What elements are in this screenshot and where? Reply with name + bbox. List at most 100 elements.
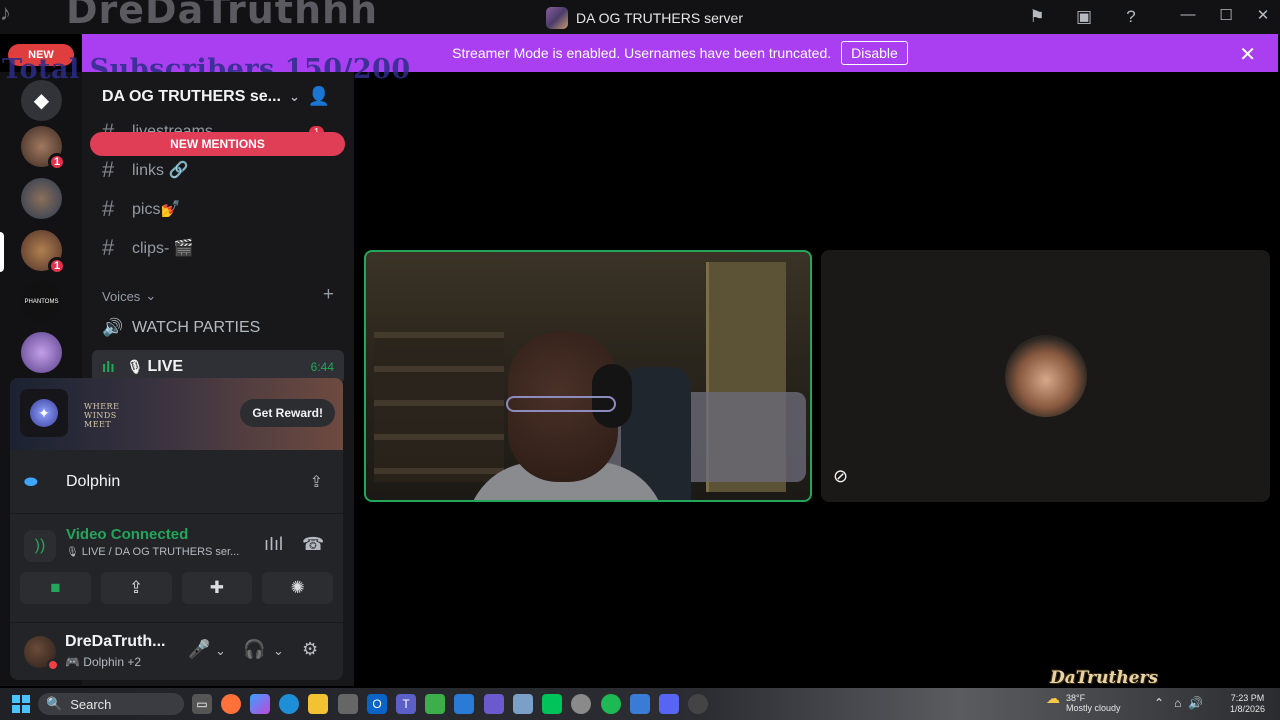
weather-description: Mostly cloudy bbox=[1066, 703, 1121, 713]
window-title: DA OG TRUTHERS server bbox=[546, 7, 743, 29]
disconnect-icon[interactable]: ☎ bbox=[302, 534, 324, 555]
avatar[interactable] bbox=[24, 636, 59, 671]
app-icon[interactable] bbox=[513, 694, 533, 714]
server-icon[interactable] bbox=[21, 178, 62, 219]
edge-icon[interactable] bbox=[279, 694, 299, 714]
start-menu-icon[interactable] bbox=[12, 695, 30, 713]
video-tile-participant[interactable]: ⊘ bbox=[821, 250, 1270, 502]
channel-links[interactable]: # links 🔗 bbox=[102, 156, 188, 184]
microphone-emoji-icon: 🎙 bbox=[126, 359, 144, 374]
chevron-down-icon[interactable]: ⌄ bbox=[215, 643, 226, 659]
channel-pics[interactable]: # pics💅 bbox=[102, 195, 180, 223]
windows-taskbar: 🔍 Search ▭ O T ☁ 38°F Mostly cloudy ⌃ ⌂ … bbox=[0, 688, 1280, 720]
guild-header[interactable]: DA OG TRUTHERS se... ⌄ 👤 bbox=[82, 72, 354, 122]
chevron-up-icon[interactable]: ⌃ bbox=[1154, 696, 1164, 710]
phantoms-server-icon[interactable]: PHANTOMS bbox=[21, 281, 62, 322]
app-icon[interactable] bbox=[542, 694, 562, 714]
quest-promo: ✦ WHERE WINDS MEET Get Reward! bbox=[10, 378, 343, 450]
username[interactable]: DreDaTruth... bbox=[65, 633, 165, 651]
voice-channel-watch-parties[interactable]: 🔊 WATCH PARTIES bbox=[102, 314, 260, 342]
user-status-extra: +2 bbox=[127, 655, 142, 669]
teams-icon[interactable]: T bbox=[396, 694, 416, 714]
connection-channel[interactable]: 🎙 LIVE / DA OG TRUTHERS ser... bbox=[66, 546, 239, 558]
promo-game-title: WHERE WINDS MEET bbox=[84, 402, 120, 429]
search-label: Search bbox=[70, 696, 112, 712]
add-channel-icon[interactable]: + bbox=[323, 284, 334, 306]
hash-icon: # bbox=[102, 235, 115, 260]
store-icon[interactable] bbox=[338, 694, 358, 714]
get-reward-button[interactable]: Get Reward! bbox=[240, 399, 335, 427]
headphones-icon[interactable]: 🎧 bbox=[243, 639, 265, 660]
screen-share-button[interactable]: ⇪ bbox=[100, 572, 172, 604]
channel-name: LIVE bbox=[147, 358, 184, 375]
voices-category[interactable]: Voices ⌄ bbox=[102, 288, 156, 304]
app-icon[interactable] bbox=[454, 694, 474, 714]
new-mentions-bar[interactable]: NEW MENTIONS bbox=[90, 132, 345, 156]
selected-server-indicator bbox=[0, 232, 4, 272]
camera-button[interactable]: ■ bbox=[20, 572, 91, 604]
channel-emoji: 💅 bbox=[160, 201, 181, 218]
inbox-icon[interactable]: ▣ bbox=[1072, 6, 1096, 28]
server-icon-active[interactable]: 1 bbox=[21, 230, 66, 275]
discord-icon[interactable] bbox=[659, 694, 679, 714]
channel-name: clips- bbox=[132, 240, 170, 257]
chevron-down-icon: ⌄ bbox=[288, 89, 300, 104]
banner-close-icon[interactable]: ✕ bbox=[1239, 42, 1256, 67]
disable-streamer-mode-button[interactable]: Disable bbox=[841, 41, 908, 65]
settings-gear-icon[interactable]: ⚙ bbox=[302, 639, 318, 660]
server-icon[interactable] bbox=[21, 332, 62, 373]
app-icon[interactable] bbox=[484, 694, 504, 714]
hash-icon: # bbox=[102, 196, 115, 221]
network-icon[interactable]: ⌂ bbox=[1174, 696, 1181, 710]
help-icon[interactable]: ? bbox=[1119, 6, 1143, 28]
server-icon[interactable]: 1 bbox=[21, 126, 66, 171]
task-view-icon[interactable]: ▭ bbox=[192, 694, 212, 714]
dolphin-logo-icon: ⬬ bbox=[24, 473, 38, 491]
microphone-icon[interactable]: 🎤 bbox=[188, 639, 210, 660]
system-tray[interactable]: ⌃ ⌂ 🔊 bbox=[1154, 696, 1203, 710]
direct-messages-icon[interactable]: ◆ bbox=[21, 80, 62, 121]
spotify-icon[interactable] bbox=[601, 694, 621, 714]
firefox-icon[interactable] bbox=[221, 694, 241, 714]
channel-clips[interactable]: # clips- 🎬 bbox=[102, 234, 194, 262]
stream-channel-name-overlay: DreDaTruthhh bbox=[66, 0, 379, 32]
speaker-icon[interactable]: 🔊 bbox=[1188, 696, 1203, 710]
app-icon[interactable] bbox=[630, 694, 650, 714]
stream-activity-icon[interactable]: ⇪ bbox=[310, 472, 323, 492]
partly-cloudy-icon: ☁ bbox=[1046, 690, 1060, 706]
outlook-icon[interactable]: O bbox=[367, 694, 387, 714]
invite-people-icon[interactable]: 👤 bbox=[308, 86, 330, 107]
file-explorer-icon[interactable] bbox=[308, 694, 328, 714]
mention-badge: 1 bbox=[48, 153, 66, 171]
connection-state[interactable]: Video Connected bbox=[66, 526, 188, 543]
flag-icon[interactable]: ⚑ bbox=[1025, 6, 1049, 28]
voice-connection: )) Video Connected 🎙 LIVE / DA OG TRUTHE… bbox=[10, 514, 343, 614]
app-icon[interactable] bbox=[425, 694, 445, 714]
taskbar-search[interactable]: 🔍 Search bbox=[38, 693, 184, 715]
close-window-button[interactable]: ✕ bbox=[1251, 6, 1275, 28]
channel-emoji: 🔗 bbox=[168, 162, 189, 179]
chevron-down-icon: ⌄ bbox=[145, 288, 157, 303]
activity-row[interactable]: ⬬ Dolphin ⇪ bbox=[10, 450, 343, 514]
soundboard-button[interactable]: ✺ bbox=[262, 572, 333, 604]
weather-widget[interactable]: ☁ 38°F Mostly cloudy bbox=[1046, 690, 1121, 713]
video-tile-self[interactable] bbox=[364, 250, 812, 502]
activity-name: Dolphin bbox=[66, 472, 121, 490]
search-icon: 🔍 bbox=[46, 696, 63, 711]
hash-icon: # bbox=[102, 157, 115, 182]
app-icon[interactable] bbox=[688, 694, 708, 714]
chevron-down-icon[interactable]: ⌄ bbox=[273, 643, 284, 659]
copilot-icon[interactable] bbox=[250, 694, 270, 714]
activities-button[interactable]: ✚ bbox=[181, 572, 253, 604]
obs-icon[interactable] bbox=[571, 694, 591, 714]
quest-orb-icon: ✦ bbox=[20, 389, 68, 437]
banner-text: Streamer Mode is enabled. Usernames have… bbox=[452, 45, 832, 61]
noise-suppression-icon[interactable]: ıIıl bbox=[264, 534, 283, 555]
rtc-buttons: ■ ⇪ ✚ ✺ bbox=[20, 572, 333, 604]
minimize-button[interactable]: — bbox=[1176, 6, 1200, 28]
camera-off-icon: ⊘ bbox=[833, 466, 849, 486]
signal-icon[interactable]: )) bbox=[24, 530, 56, 562]
maximize-button[interactable]: ☐ bbox=[1214, 6, 1238, 28]
taskbar-clock[interactable]: 7:23 PM 1/8/2026 bbox=[1230, 693, 1265, 715]
participant-avatar bbox=[1005, 335, 1087, 417]
